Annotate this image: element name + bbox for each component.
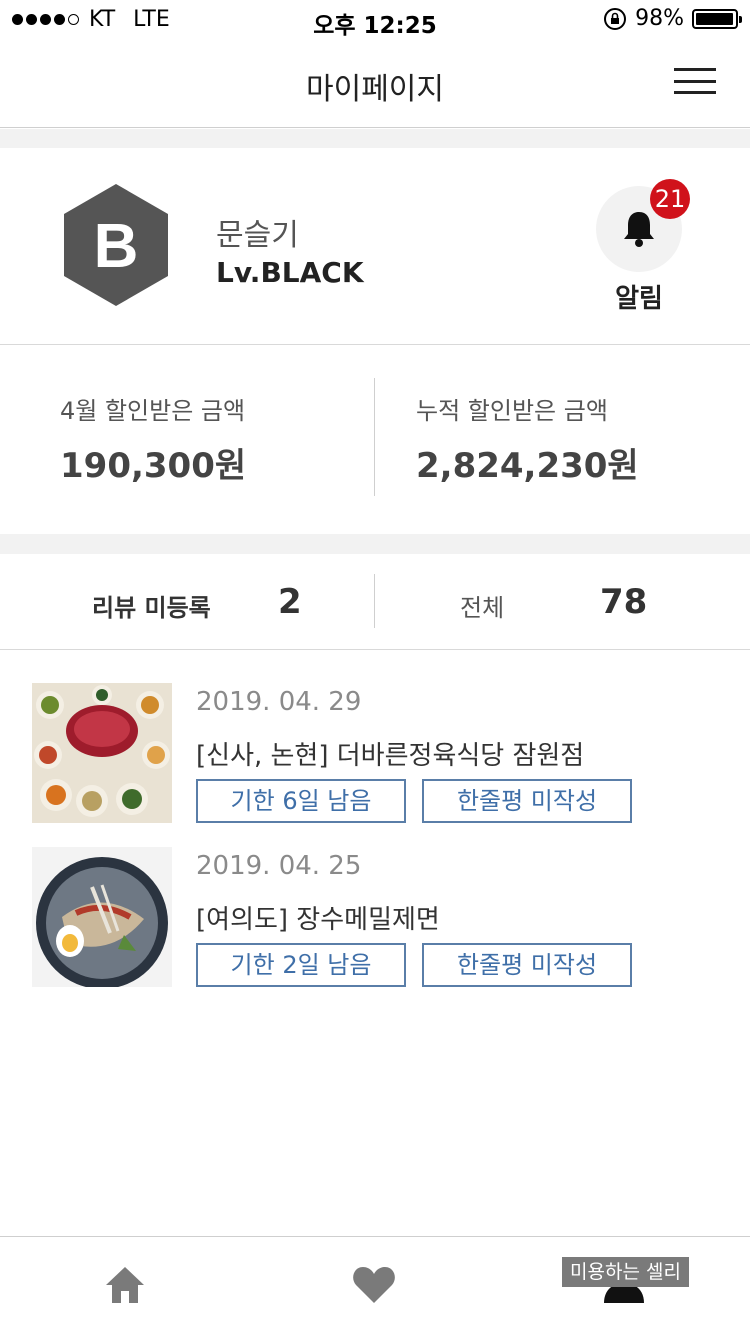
- write-review-button[interactable]: 한줄평 미작성: [422, 943, 632, 987]
- restaurant-name: [신사, 논현] 더바른정육식당 잠원점: [196, 741, 585, 771]
- monthly-discount-label: 4월 할인받은 금액: [60, 397, 246, 425]
- tab-favorites[interactable]: [250, 1237, 500, 1334]
- total-discount-value: 2,824,230원: [416, 446, 639, 486]
- tooltip: 미용하는 셀리: [562, 1257, 689, 1287]
- alarm-label: 알림: [615, 284, 663, 314]
- total-discount: 누적 할인받은 금액 2,824,230원: [416, 346, 736, 534]
- discount-section: 4월 할인받은 금액 190,300원 누적 할인받은 금액 2,824,230…: [0, 346, 750, 534]
- review-date: 2019. 04. 25: [196, 851, 362, 881]
- user-name: 문슬기: [216, 218, 299, 253]
- divider: [374, 378, 375, 496]
- bell-icon: [624, 212, 654, 247]
- pending-review-tab[interactable]: 리뷰 미등록 2: [0, 554, 374, 650]
- home-icon: [106, 1267, 144, 1303]
- all-review-label: 전체: [460, 594, 505, 622]
- alarm-count-badge: 21: [650, 179, 690, 219]
- status-right: 98%: [603, 6, 742, 31]
- deadline-button[interactable]: 기한 2일 남음: [196, 943, 406, 987]
- restaurant-thumbnail: [32, 847, 172, 987]
- section-gap: [0, 129, 750, 148]
- restaurant-name: [여의도] 장수메밀제면: [196, 905, 440, 935]
- tab-home[interactable]: [0, 1237, 250, 1334]
- battery-icon: [692, 8, 742, 29]
- rotation-lock-icon: [604, 7, 627, 30]
- list-item[interactable]: 2019. 04. 25 [여의도] 장수메밀제면 기한 2일 남음 한줄평 미…: [0, 847, 750, 989]
- level-badge-icon: B: [64, 184, 168, 306]
- status-bar: KT LTE 오후 12:25 98%: [0, 0, 750, 40]
- restaurant-thumbnail: [32, 683, 172, 823]
- profile-section: B 문슬기 Lv.BLACK: [0, 148, 750, 345]
- total-discount-label: 누적 할인받은 금액: [416, 397, 608, 425]
- all-review-tab[interactable]: 전체 78: [375, 554, 750, 650]
- pending-review-count: 2: [278, 582, 302, 622]
- navbar: 마이페이지: [0, 40, 750, 128]
- monthly-discount: 4월 할인받은 금액 190,300원: [60, 346, 360, 534]
- pending-review-label: 리뷰 미등록: [92, 594, 211, 622]
- hamburger-menu-icon[interactable]: [674, 68, 716, 94]
- avatar-letter: B: [94, 212, 139, 281]
- all-review-count: 78: [600, 582, 648, 622]
- list-item[interactable]: 2019. 04. 29 [신사, 논현] 더바른정육식당 잠원점 기한 6일 …: [0, 683, 750, 825]
- review-summary: 리뷰 미등록 2 전체 78: [0, 554, 750, 650]
- write-review-button[interactable]: 한줄평 미작성: [422, 779, 632, 823]
- monthly-discount-value: 190,300원: [60, 446, 247, 486]
- heart-icon: [353, 1267, 395, 1303]
- review-date: 2019. 04. 29: [196, 687, 362, 717]
- page-title: 마이페이지: [306, 72, 444, 107]
- section-gap: [0, 534, 750, 554]
- battery-percent: 98%: [635, 6, 684, 31]
- deadline-button[interactable]: 기한 6일 남음: [196, 779, 406, 823]
- user-level: Lv.BLACK: [216, 256, 364, 289]
- battery-fill: [696, 12, 734, 25]
